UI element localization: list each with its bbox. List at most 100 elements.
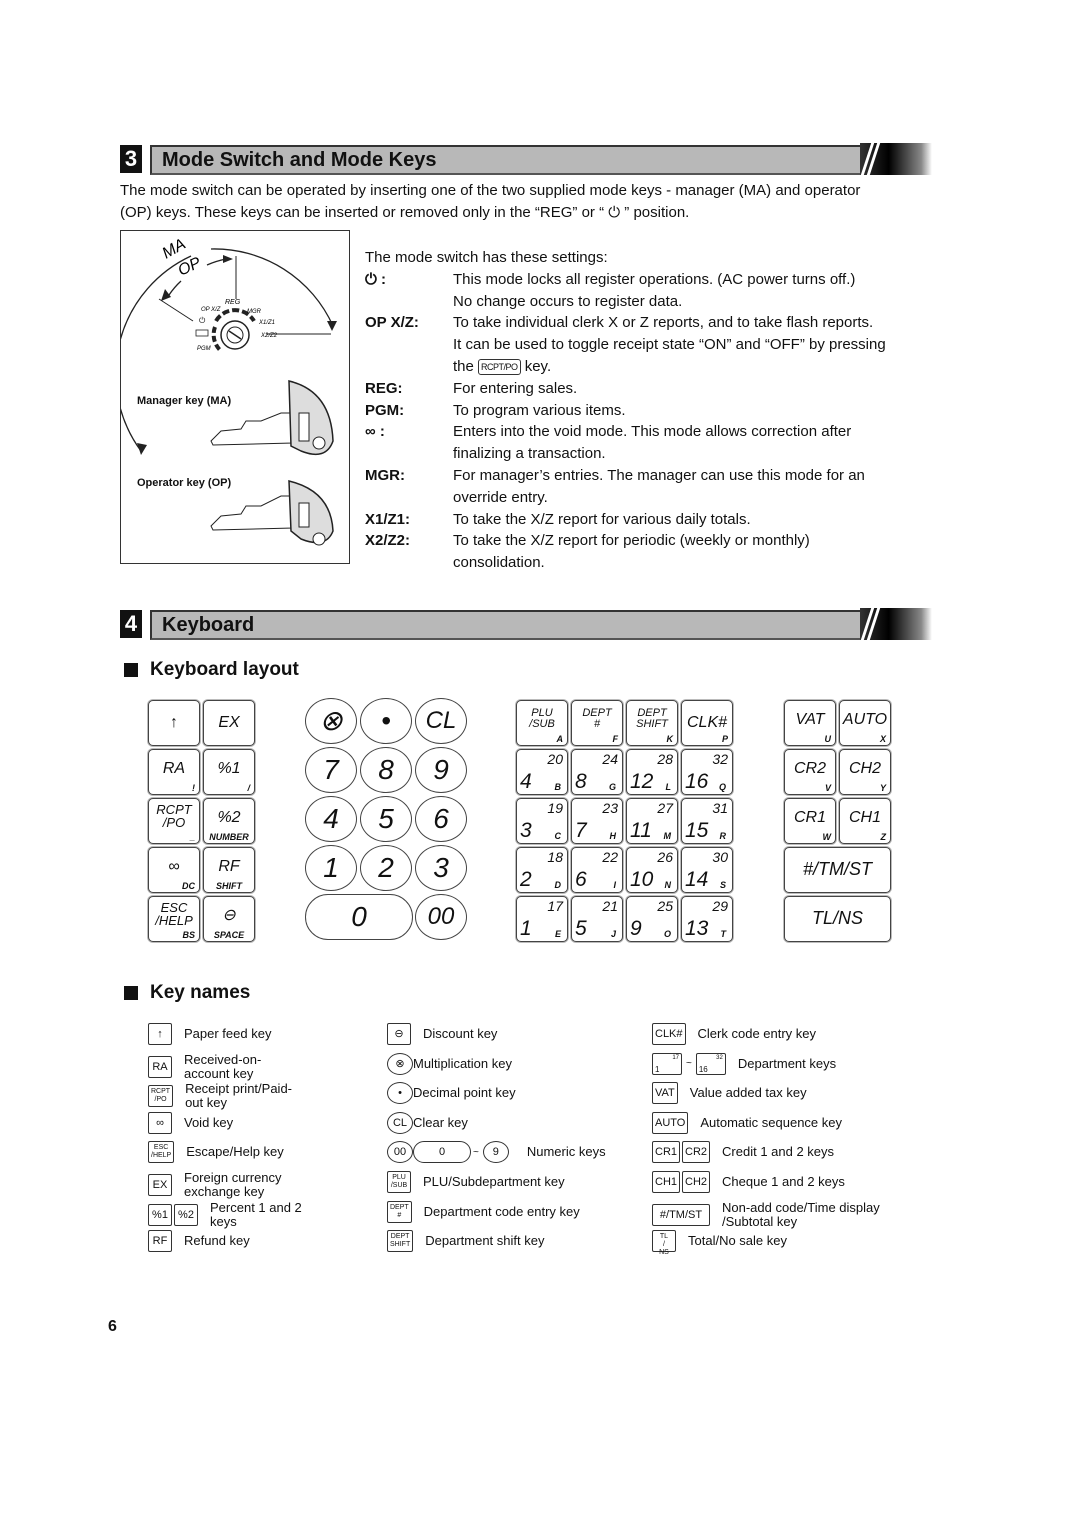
- key-description: Receipt print/Paid-out key: [185, 1081, 293, 1111]
- dept-number: 9: [630, 917, 642, 940]
- dept-shifted-number: 18: [547, 849, 563, 865]
- key-label: %1: [217, 760, 241, 777]
- svg-text:OP: OP: [176, 254, 204, 279]
- dept-shifted-number: 23: [602, 800, 618, 816]
- key-letter: D: [554, 880, 562, 890]
- dept-shifted-number: 32: [712, 751, 728, 767]
- key-letter: R: [719, 831, 727, 841]
- key-letter: L: [665, 782, 672, 792]
- key-icon: ∞: [148, 1111, 172, 1134]
- key-label: ↑: [170, 714, 178, 731]
- key-label: CR1: [793, 809, 826, 826]
- key-icon: ⊗: [387, 1052, 413, 1075]
- key-icon: CR2: [682, 1141, 711, 1164]
- key-letter: Q: [718, 782, 726, 792]
- key-label: DEPT SHIFT: [636, 707, 668, 730]
- department-key: 20 4 B: [516, 749, 568, 795]
- key-: ↑: [148, 700, 200, 746]
- key-description: Void key: [184, 1114, 234, 1130]
- key-sublabel: P: [721, 734, 728, 744]
- key-sublabel: V: [824, 783, 831, 793]
- key-name-item: RCPT /PO Receipt print/Paid-out key: [148, 1082, 305, 1110]
- dept-number: 15: [685, 819, 709, 842]
- section-title: Mode Switch and Mode Keys: [162, 149, 437, 171]
- key-description: Value added tax key: [689, 1085, 807, 1101]
- dept-number: 1: [520, 917, 532, 940]
- key-label: #/TM/ST: [802, 859, 872, 879]
- department-key: 18 2 D: [516, 847, 568, 893]
- section-bar-end-decoration: [860, 606, 932, 642]
- key-letter: S: [719, 880, 726, 890]
- dept-number: 14: [685, 868, 709, 891]
- key-label: CR2: [793, 760, 826, 777]
- key-sublabel: /: [247, 783, 250, 793]
- settings-heading: The mode switch has these settings:: [365, 249, 608, 266]
- key-sublabel: W: [822, 832, 832, 842]
- key-icon: PLU /SUB: [387, 1171, 411, 1193]
- numeric-key: 4: [305, 796, 357, 842]
- key-description: Decimal point key: [413, 1085, 516, 1101]
- key-label: PLU /SUB: [529, 707, 555, 730]
- key-icon: 0: [413, 1141, 471, 1164]
- key-sublabel: Z: [880, 832, 887, 842]
- function-key: PLU /SUB A: [516, 700, 568, 746]
- key-icon: EX: [148, 1174, 172, 1196]
- setting-row-x2z2: X2/Z2: To take the X/Z report for periodi…: [365, 532, 810, 572]
- key-icon: 16 32: [695, 1052, 726, 1075]
- key-description: Department keys: [737, 1055, 837, 1071]
- key-name-item: CH1 CH2 Cheque 1 and 2 keys: [652, 1171, 845, 1193]
- key-label: AUTO: [842, 711, 888, 728]
- numeric-key: •: [360, 698, 412, 744]
- key-description: Total/No sale key: [688, 1233, 787, 1249]
- key-icon: CH1: [652, 1171, 681, 1193]
- section-title: Keyboard: [162, 614, 255, 636]
- key-label: ∞: [168, 858, 180, 875]
- svg-text:X2/Z2: X2/Z2: [260, 333, 278, 339]
- svg-text:MGR: MGR: [247, 309, 262, 315]
- key-label: RF: [218, 858, 240, 875]
- dept-shifted-number: 20: [547, 751, 563, 767]
- function-key: #/TM/ST: [784, 847, 891, 893]
- key-icon: RF: [148, 1230, 172, 1253]
- key-name-item: CLK# Clerk code entry key: [652, 1023, 816, 1045]
- key-sublabel: BS: [182, 930, 195, 940]
- key-icon: RA: [148, 1055, 172, 1078]
- mode-switch-diagram: MA OP REG OP X/Z MGR X1/Z1 X2/Z2 ⏻ PGM M…: [120, 230, 350, 564]
- rcpt-po-key-icon: RCPT/PO: [478, 359, 521, 376]
- dept-number: 10: [630, 868, 654, 891]
- dept-shifted-number: 27: [657, 800, 673, 816]
- key-: ∞ DC: [148, 847, 200, 893]
- section-number: 3: [120, 145, 142, 173]
- key-sublabel: !: [192, 783, 195, 793]
- key-description: Received-on-account key: [184, 1051, 262, 1081]
- key-icon: VAT: [652, 1082, 678, 1105]
- dept-number: 6: [575, 868, 587, 891]
- key-description: Escape/Help key: [186, 1144, 284, 1160]
- key-letter: E: [554, 929, 561, 939]
- key-description: Paper feed key: [184, 1026, 272, 1041]
- function-key: VAT U: [784, 700, 836, 746]
- key-label: ESC /HELP: [155, 900, 193, 928]
- key-name-item: EX Foreign currency exchange key: [148, 1171, 304, 1199]
- function-key: CR2 V: [784, 749, 836, 795]
- key-icon: CR1: [652, 1141, 681, 1164]
- setting-row-power: ⏻ : This mode locks all register operatio…: [365, 270, 856, 310]
- numeric-key: CL: [415, 698, 467, 744]
- key-icon: 1 17: [652, 1052, 682, 1075]
- key-sublabel: F: [612, 734, 619, 744]
- dept-shifted-number: 31: [712, 800, 728, 816]
- function-key: TL/NS: [784, 896, 891, 942]
- key-icon: •: [387, 1082, 413, 1105]
- key-letter: C: [554, 831, 562, 841]
- key-sublabel: K: [666, 734, 674, 744]
- key-name-item: ESC /HELP Escape/Help key: [148, 1141, 284, 1164]
- section-bar: Mode Switch and Mode Keys: [150, 145, 882, 175]
- setting-row-pgm: PGM: To program various items.: [365, 401, 626, 419]
- key-icon: %2: [174, 1203, 198, 1226]
- key-letter: J: [610, 929, 616, 939]
- key-label: RA: [162, 760, 186, 777]
- key-icon: ~: [473, 1146, 479, 1158]
- key-label: VAT: [795, 711, 825, 728]
- key-description: PLU/Subdepartment key: [423, 1174, 565, 1189]
- key-label: CLK#: [686, 714, 728, 731]
